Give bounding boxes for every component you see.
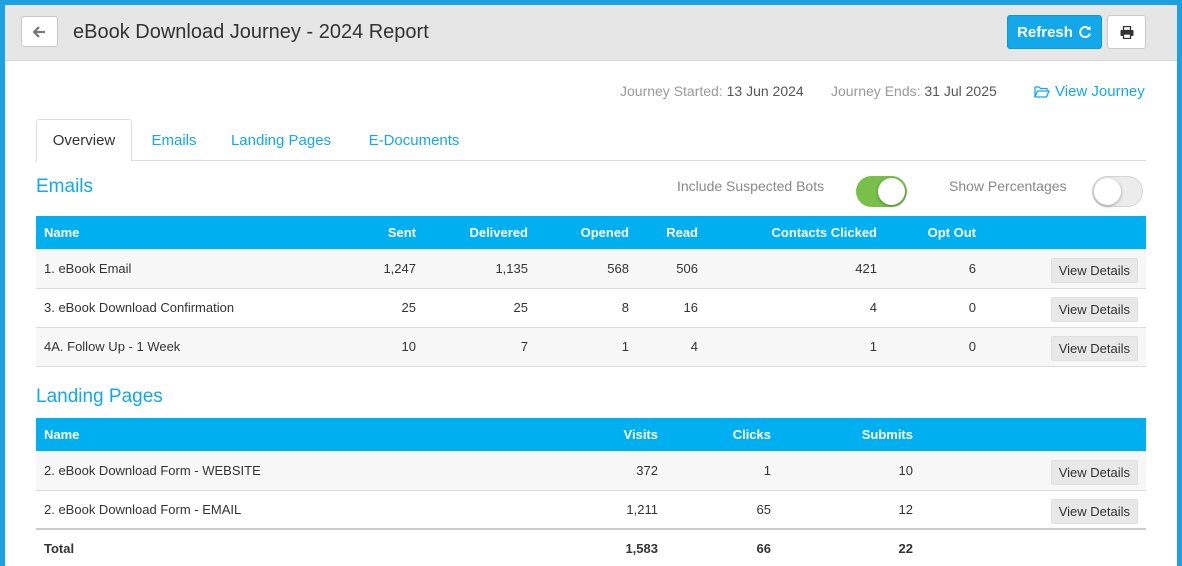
table-row: 2. eBook Download Form - WEBSITE 372 1 1… xyxy=(36,451,1146,490)
email-clicked: 1 xyxy=(869,339,877,354)
journey-ends-value: 31 Jul 2025 xyxy=(924,83,997,99)
email-opened: 1 xyxy=(621,339,629,354)
page-name: 2. eBook Download Form - WEBSITE xyxy=(44,462,261,478)
total-visits: 1,583 xyxy=(625,541,658,557)
table-row: 2. eBook Download Form - EMAIL 1,211 65 … xyxy=(36,490,1146,529)
back-button[interactable] xyxy=(21,16,58,47)
email-optout: 6 xyxy=(968,260,976,276)
email-delivered: 7 xyxy=(520,339,528,354)
email-optout: 0 xyxy=(968,300,976,315)
page-name: 2. eBook Download Form - EMAIL xyxy=(44,501,242,517)
email-read: 506 xyxy=(676,260,698,276)
email-sent: 1,247 xyxy=(383,260,416,276)
action-cell: View Details xyxy=(984,327,1146,366)
report-window: eBook Download Journey - 2024 Report Ref… xyxy=(5,5,1177,566)
page-submits: 10 xyxy=(898,462,913,478)
view-details-button[interactable]: View Details xyxy=(1050,297,1138,322)
total-submits: 22 xyxy=(898,541,913,557)
folder-open-icon xyxy=(1034,85,1050,98)
view-details-button[interactable]: View Details xyxy=(1050,257,1138,283)
email-delivered: 1,135 xyxy=(495,260,528,276)
arrow-left-icon xyxy=(33,25,45,38)
tab-overview[interactable]: Overview xyxy=(36,119,132,162)
include-bots-toggle[interactable] xyxy=(856,176,907,207)
landing-pages-section-title: Landing Pages xyxy=(36,386,163,407)
email-optout: 0 xyxy=(968,339,976,354)
journey-ends-label: Journey Ends: xyxy=(831,83,921,99)
page-visits: 372 xyxy=(636,462,658,478)
tab-landing-pages[interactable]: Landing Pages xyxy=(219,119,343,161)
landing-pages-table: Name Visits Clicks Submits 2. eBook Down… xyxy=(36,418,1146,566)
table-row: 4A. Follow Up - 1 Week 10 7 1 4 1 0 View… xyxy=(36,327,1146,366)
email-clicked: 421 xyxy=(855,260,877,276)
col-name: Name xyxy=(44,427,80,442)
col-submits: Submits xyxy=(861,427,913,442)
col-actions xyxy=(921,418,1146,451)
total-label: Total xyxy=(44,541,75,557)
col-actions xyxy=(984,216,1146,249)
action-cell: View Details xyxy=(984,288,1146,327)
header-bar: eBook Download Journey - 2024 Report Ref… xyxy=(5,5,1177,61)
show-percentages-toggle[interactable] xyxy=(1092,176,1143,207)
print-button[interactable] xyxy=(1107,15,1146,49)
email-sent: 10 xyxy=(401,339,416,354)
table-row: 1. eBook Email 1,247 1,135 568 506 421 6… xyxy=(36,249,1146,288)
action-cell: View Details xyxy=(984,249,1146,288)
journey-started-label: Journey Started: xyxy=(620,83,723,99)
email-read: 16 xyxy=(683,300,698,315)
email-name: 1. eBook Email xyxy=(44,260,132,276)
tab-bar: Overview Emails Landing Pages E-Document… xyxy=(36,119,1146,162)
email-delivered: 25 xyxy=(513,300,528,315)
emails-section-title: Emails xyxy=(36,176,94,197)
journey-started: Journey Started: 13 Jun 2024 xyxy=(620,83,804,99)
table-header-row: Name Sent Delivered Opened Read Contacts… xyxy=(36,216,1146,249)
action-cell: View Details xyxy=(921,490,1146,529)
total-row: Total 1,583 66 22 xyxy=(36,529,1146,566)
view-details-button[interactable]: View Details xyxy=(1050,498,1138,524)
email-sent: 25 xyxy=(401,300,416,315)
action-cell: View Details xyxy=(921,451,1146,490)
view-details-button[interactable]: View Details xyxy=(1050,336,1138,361)
view-journey-label: View Journey xyxy=(1055,83,1145,100)
col-read: Read xyxy=(666,225,698,240)
col-sent: Sent xyxy=(387,225,416,240)
include-bots-label: Include Suspected Bots xyxy=(677,178,825,194)
show-percentages-label: Show Percentages xyxy=(949,178,1067,194)
refresh-icon xyxy=(1079,26,1091,38)
print-icon xyxy=(1120,25,1133,39)
col-contacts-clicked: Contacts Clicked xyxy=(771,225,877,240)
view-details-button[interactable]: View Details xyxy=(1050,459,1138,485)
col-visits: Visits xyxy=(623,427,658,442)
col-name: Name xyxy=(44,225,80,240)
refresh-button[interactable]: Refresh xyxy=(1007,15,1102,49)
toggle-knob xyxy=(1094,178,1121,205)
journey-ends: Journey Ends: 31 Jul 2025 xyxy=(831,83,997,99)
table-header-row: Name Visits Clicks Submits xyxy=(36,418,1146,451)
page-submits: 12 xyxy=(898,501,913,517)
col-opt-out: Opt Out xyxy=(927,225,976,240)
email-read: 4 xyxy=(690,339,698,354)
total-empty xyxy=(921,529,1146,566)
email-name: 3. eBook Download Confirmation xyxy=(44,300,235,315)
col-delivered: Delivered xyxy=(469,225,528,240)
total-clicks: 66 xyxy=(756,541,771,557)
col-clicks: Clicks xyxy=(732,427,771,442)
page-title: eBook Download Journey - 2024 Report xyxy=(73,21,429,43)
table-row: 3. eBook Download Confirmation 25 25 8 1… xyxy=(36,288,1146,327)
toggle-knob xyxy=(878,178,905,205)
page-clicks: 65 xyxy=(756,501,771,517)
refresh-label: Refresh xyxy=(1017,23,1073,41)
email-opened: 568 xyxy=(607,260,629,276)
page-visits: 1,211 xyxy=(626,501,658,517)
journey-started-value: 13 Jun 2024 xyxy=(726,83,804,99)
email-opened: 8 xyxy=(621,300,629,315)
tab-e-documents[interactable]: E-Documents xyxy=(356,119,472,161)
view-journey-link[interactable]: View Journey xyxy=(1034,83,1145,100)
emails-table: Name Sent Delivered Opened Read Contacts… xyxy=(36,216,1146,367)
col-opened: Opened xyxy=(580,225,629,240)
email-clicked: 4 xyxy=(869,300,877,315)
tab-emails[interactable]: Emails xyxy=(138,119,210,161)
email-name: 4A. Follow Up - 1 Week xyxy=(44,339,181,354)
page-clicks: 1 xyxy=(763,462,771,478)
